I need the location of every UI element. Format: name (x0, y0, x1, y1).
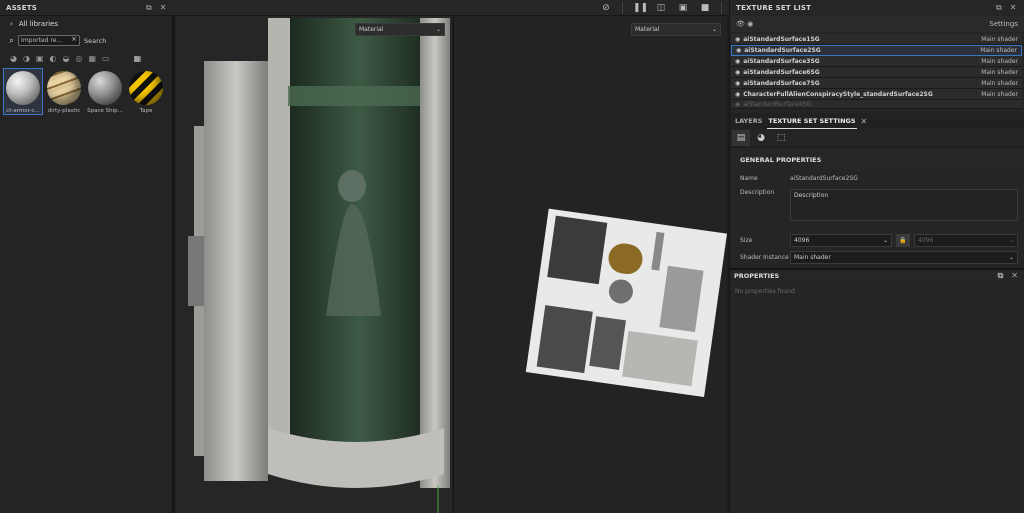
description-label: Description (740, 189, 775, 196)
asset-label: dirty-plastic (47, 108, 81, 114)
asset-filters: ◕ ◑ ▣ ◐ ◒ ◎ ▦ ▭ ▦ (0, 49, 172, 67)
texture-set-row[interactable]: ◉ aiStandardSurface7SG Main shader (731, 78, 1022, 89)
material-preview (129, 71, 163, 105)
material-sphere-icon[interactable]: ◕ (752, 130, 770, 146)
viewport-toolbar: ⊘ ❚❚ ◫ ▣ ■ ◙ (600, 2, 744, 14)
settings-tabs: LAYERS TEXTURE SET SETTINGS ✕ (730, 113, 1024, 129)
assets-panel-title: ASSETS (6, 4, 37, 12)
material-preview (6, 71, 40, 105)
asset-label: Space Ship... (87, 108, 123, 114)
settings-icon-tabs: ▤ ◕ ⬚ (730, 129, 1024, 147)
asset-thumb-tape[interactable]: Tape (127, 69, 165, 114)
no-properties-text: No properties found (735, 288, 795, 295)
assets-panel: › All libraries ⌕ × Search ◕ ◑ ▣ ◐ ◒ ◎ ▦… (0, 16, 174, 513)
uv-texture-preview (525, 208, 727, 398)
pause-icon[interactable]: ❚❚ (633, 3, 648, 13)
search-icon: ⌕ (9, 35, 15, 46)
size-select[interactable]: 4096 ⌄ (790, 233, 892, 247)
sync-viewport-icon[interactable]: ⊘ (600, 3, 612, 13)
close-icon[interactable]: ✕ (1011, 271, 1018, 281)
cube-icon[interactable]: ▣ (677, 3, 689, 13)
asset-grid: ct-armor-c... dirty-plastic Space Ship..… (0, 68, 172, 115)
properties-title: PROPERTIES (734, 272, 780, 280)
filter-materials-icon[interactable]: ◕ (10, 54, 17, 63)
texture-set-row[interactable]: ◉ aiStandardSurface1SG Main shader (731, 34, 1022, 45)
texture-set-row[interactable]: ◉ aiStandardSurface4SG (731, 100, 1022, 109)
chevron-right-icon: › (10, 20, 13, 28)
tab-texture-set-settings[interactable]: TEXTURE SET SETTINGS (767, 114, 857, 129)
uv-crop-icon[interactable]: ⬚ (772, 130, 790, 146)
tab-layers[interactable]: LAYERS (734, 114, 763, 128)
filter-alphas-icon[interactable]: ▦ (88, 54, 96, 63)
name-label: Name (740, 174, 758, 182)
viewport-2d[interactable]: Material ⌄ (453, 16, 727, 513)
close-tab-icon[interactable]: ✕ (861, 117, 868, 126)
asset-label: Tape (139, 108, 153, 114)
size-label: Size (740, 236, 753, 244)
model-render-3d (176, 16, 452, 513)
asset-thumb-dirty-plastic[interactable]: dirty-plastic (45, 69, 83, 114)
right-panel: TEXTURE SET LIST ⧉ ✕ 👁 ◉ Settings ◉ aiSta… (729, 0, 1024, 513)
material-preview (88, 71, 122, 105)
general-properties-title: GENERAL PROPERTIES (730, 147, 1024, 171)
settings-button[interactable]: Settings (989, 20, 1018, 28)
eye-icon[interactable]: ◉ (735, 80, 740, 87)
popout-icon[interactable]: ⧉ (996, 3, 1002, 13)
asset-label: ct-armor-c... (6, 108, 40, 114)
properties-header: PROPERTIES ⧉ ✕ (730, 268, 1024, 282)
description-field[interactable]: Description (790, 189, 1018, 221)
search-label: Search (84, 36, 107, 45)
eye-icon[interactable]: ◉ (735, 101, 740, 108)
lock-icon[interactable]: 🔒 (896, 233, 910, 247)
shader-instance-label: Shader Instance (740, 253, 789, 261)
close-icon[interactable]: ✕ (1010, 3, 1017, 13)
library-label: All libraries (18, 20, 58, 28)
name-value: aiStandardSurface2SG (790, 174, 858, 182)
filter-textures-icon[interactable]: ▣ (36, 54, 44, 63)
view-mode-icon[interactable]: ◫ (655, 3, 667, 13)
library-selector[interactable]: › All libraries (0, 16, 172, 32)
texture-set-list-title: TEXTURE SET LIST (730, 0, 1024, 16)
popout-icon[interactable]: ⧉ (146, 3, 152, 13)
visibility-toggles[interactable]: 👁 ◉ (736, 20, 753, 28)
viewport-mode-select[interactable]: Material ⌄ (355, 23, 445, 36)
texture-set-row[interactable]: ◉ aiStandardSurface3SG Main shader (731, 56, 1022, 67)
asset-thumb-space-ship[interactable]: Space Ship... (86, 69, 124, 114)
eye-icon[interactable]: ◉ (735, 91, 740, 98)
clear-search-icon[interactable]: × (71, 35, 77, 43)
filter-smart-materials-icon[interactable]: ◑ (23, 54, 30, 63)
texture-set-row[interactable]: ◉ aiStandardSurface6SG Main shader (731, 67, 1022, 78)
texture-set-settings-icon[interactable]: ▤ (732, 130, 750, 146)
eye-icon[interactable]: ◉ (736, 47, 741, 54)
shader-instance-select[interactable]: Main shader ⌄ (790, 250, 1018, 264)
eye-icon[interactable]: ◉ (735, 69, 740, 76)
material-preview (47, 71, 81, 105)
filter-environments-icon[interactable]: ▭ (102, 54, 110, 63)
eye-icon[interactable]: ◉ (735, 58, 740, 65)
grid-view-icon[interactable]: ▦ (134, 54, 142, 63)
filter-masks-icon[interactable]: ◐ (50, 54, 57, 63)
eye-icon[interactable]: ◉ (735, 36, 740, 43)
size-linked-select[interactable]: 4096 ⌄ (914, 233, 1018, 247)
filter-brushes-icon[interactable]: ◒ (63, 54, 70, 63)
popout-icon[interactable]: ⧉ (998, 271, 1004, 281)
texture-set-row[interactable]: ◉ aiStandardSurface2SG Main shader (731, 45, 1022, 56)
camera-icon[interactable]: ■ (699, 3, 711, 13)
close-icon[interactable]: ✕ (160, 3, 167, 13)
texture-set-list: ◉ aiStandardSurface1SG Main shader ◉ aiSta… (730, 34, 1024, 109)
asset-thumb-armor[interactable]: ct-armor-c... (3, 68, 43, 115)
viewport-3d[interactable]: Material ⌄ (176, 16, 452, 513)
texture-set-row[interactable]: ◉ CharacterFullAlienConspiracyStyle_stand… (731, 89, 1022, 100)
filter-generators-icon[interactable]: ◎ (76, 54, 83, 63)
